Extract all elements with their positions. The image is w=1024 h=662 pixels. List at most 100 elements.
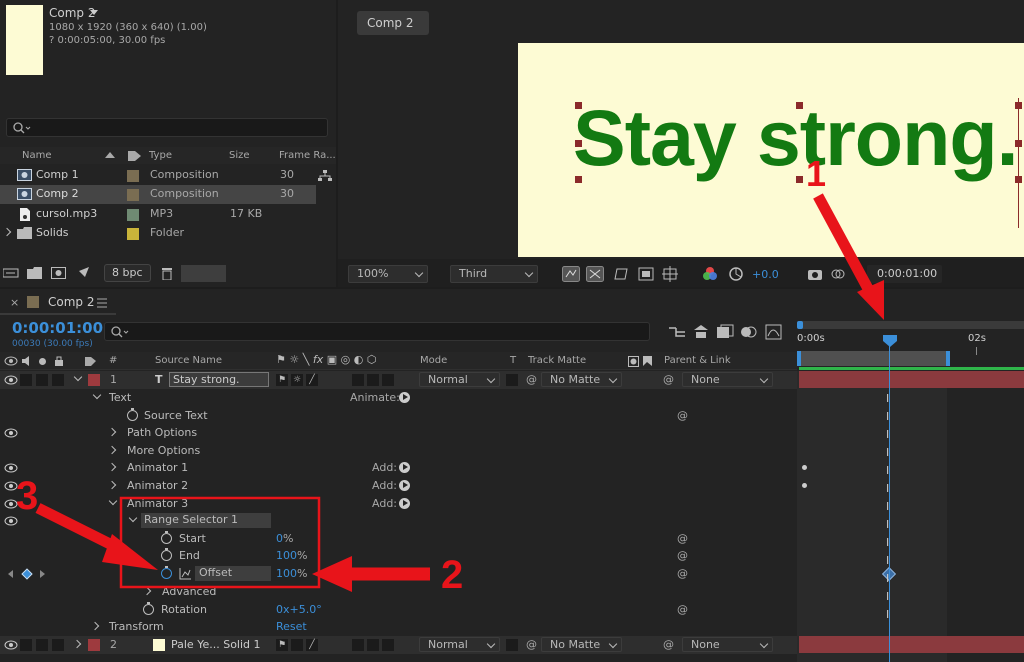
comp-flowchart-icon[interactable]: [668, 324, 686, 340]
prop-animator-1[interactable]: Animator 1 Add:: [0, 459, 797, 477]
keyframe-diamond-icon[interactable]: [21, 568, 33, 580]
layer2-matte-dropdown[interactable]: No Matte: [541, 637, 622, 652]
col-mode[interactable]: Mode: [420, 354, 447, 368]
expression-spiral-icon[interactable]: @: [677, 532, 688, 546]
frameblend-switch[interactable]: [367, 374, 379, 386]
collapse-switch[interactable]: ☼: [291, 374, 303, 386]
new-folder-icon[interactable]: [27, 267, 43, 279]
layer2-parent-dropdown[interactable]: None: [682, 637, 773, 652]
lock-switch[interactable]: [52, 639, 64, 651]
chevron-right-icon[interactable]: [72, 639, 82, 649]
panel-menu-icon[interactable]: [96, 298, 108, 308]
project-item-solids[interactable]: Solids Folder: [0, 224, 336, 243]
exposure-value[interactable]: +0.0: [752, 268, 779, 282]
timeline-tab[interactable]: Comp 2: [48, 295, 94, 309]
col-frame-rate[interactable]: Frame Ra...: [279, 149, 336, 163]
playhead-handle[interactable]: [882, 334, 898, 348]
expression-spiral-icon[interactable]: @: [677, 603, 688, 617]
prop-start[interactable]: Start 0% @: [0, 530, 797, 548]
zoom-dropdown[interactable]: 100%: [348, 265, 428, 283]
chevron-down-icon[interactable]: [90, 10, 98, 15]
project-item-mp3[interactable]: cursol.mp3 MP3 17 KB: [0, 205, 336, 224]
prop-text[interactable]: Text Animate:: [0, 389, 797, 407]
graph-editor-icon[interactable]: [765, 324, 783, 340]
frame-blending-icon[interactable]: [716, 324, 734, 340]
show-snapshot-icon[interactable]: [830, 267, 846, 281]
exposure-reset-icon[interactable]: [728, 266, 744, 282]
mask-visibility-icon[interactable]: [612, 266, 630, 282]
transparency-grid-icon[interactable]: [586, 266, 604, 282]
range-selector-name-field[interactable]: Range Selector 1: [141, 513, 271, 528]
stopwatch-icon[interactable]: [161, 531, 172, 544]
layer-range-bar[interactable]: [799, 351, 949, 366]
motionblur-switch[interactable]: [382, 639, 394, 651]
range-start-handle[interactable]: [797, 351, 801, 366]
prop-transform[interactable]: Transform Reset: [0, 618, 797, 636]
col-parent-link[interactable]: Parent & Link: [664, 354, 731, 368]
flowchart-icon[interactable]: [318, 170, 332, 182]
graph-icon[interactable]: [179, 568, 191, 580]
col-track-matte[interactable]: Track Matte: [528, 354, 586, 368]
color-channels-icon[interactable]: [702, 266, 718, 282]
comp-label-swatch[interactable]: [27, 296, 39, 308]
eye-icon[interactable]: [4, 640, 18, 650]
prop-animator-3[interactable]: Animator 3 Add:: [0, 495, 797, 513]
col-size[interactable]: Size: [229, 149, 250, 163]
timeline-search-input[interactable]: [104, 322, 650, 341]
layer-label-swatch[interactable]: [88, 639, 100, 651]
label-swatch[interactable]: [127, 189, 139, 201]
col-type[interactable]: Type: [149, 149, 172, 163]
audio-icon[interactable]: [21, 356, 33, 366]
next-keyframe-icon[interactable]: [40, 570, 45, 578]
stopwatch-icon[interactable]: [161, 566, 172, 579]
draft-3d-icon[interactable]: [692, 324, 710, 340]
new-composition-icon[interactable]: [51, 267, 67, 279]
viewer-timecode-box[interactable]: 0:00:01:00: [867, 265, 942, 283]
prev-keyframe-icon[interactable]: [8, 570, 13, 578]
expression-spiral-icon[interactable]: @: [677, 567, 688, 581]
project-item-comp2[interactable]: Comp 2 Composition 30: [0, 185, 316, 204]
resolution-dropdown[interactable]: Third: [450, 265, 538, 283]
keyframe-dot[interactable]: [802, 465, 807, 470]
project-search-input[interactable]: [6, 118, 328, 137]
lock-icon[interactable]: [54, 355, 64, 367]
layer-name-field[interactable]: Stay strong.: [169, 372, 269, 387]
eye-icon[interactable]: [4, 375, 18, 385]
collapse-switch[interactable]: [291, 639, 303, 651]
fx-switch[interactable]: [352, 639, 364, 651]
quality-switch[interactable]: ╱: [306, 374, 318, 386]
layer1-matte-dropdown[interactable]: No Matte: [541, 372, 622, 387]
chevron-down-icon[interactable]: [108, 496, 118, 506]
prop-advanced[interactable]: Advanced: [0, 583, 797, 601]
viewer-tab-comp2[interactable]: Comp 2: [357, 11, 429, 35]
start-value[interactable]: 0%: [276, 532, 293, 546]
solo-icon[interactable]: [39, 358, 46, 365]
stopwatch-icon[interactable]: [143, 602, 154, 615]
eye-icon[interactable]: [4, 428, 18, 438]
prop-source-text[interactable]: Source Text @: [0, 407, 797, 425]
label-swatch[interactable]: [127, 209, 139, 221]
offset-value[interactable]: 100%: [276, 567, 307, 581]
lock-switch[interactable]: [52, 374, 64, 386]
grid-guides-icon[interactable]: [662, 266, 680, 282]
layer2-duration-bar[interactable]: [799, 636, 1024, 653]
solo-switch[interactable]: [36, 639, 48, 651]
interpret-footage-icon[interactable]: [3, 267, 19, 279]
expression-spiral-icon[interactable]: @: [677, 409, 688, 423]
prop-range-selector[interactable]: Range Selector 1: [0, 512, 797, 530]
keyframe-dot[interactable]: [802, 483, 807, 488]
chevron-right-icon[interactable]: [142, 586, 152, 596]
preserve-transparency-switch[interactable]: [506, 374, 518, 386]
fx-switch[interactable]: [352, 374, 364, 386]
layer-row-2[interactable]: 2 Pale Ye... Solid 1 ⚑ ╱ Normal @ No Mat…: [0, 636, 797, 654]
bpc-button[interactable]: 8 bpc: [104, 264, 151, 282]
expression-spiral-icon[interactable]: @: [677, 549, 688, 563]
region-of-interest-icon[interactable]: [638, 267, 654, 281]
frameblend-switch[interactable]: [367, 639, 379, 651]
rotation-value[interactable]: 0x+5.0°: [276, 603, 322, 617]
layer1-duration-bar[interactable]: [799, 371, 1024, 388]
work-area-start[interactable]: [797, 321, 803, 329]
render-rocket-icon[interactable]: [76, 266, 92, 280]
project-item-comp1[interactable]: Comp 1 Composition 30: [0, 166, 336, 185]
project-comp-name[interactable]: Comp 2: [49, 6, 95, 20]
